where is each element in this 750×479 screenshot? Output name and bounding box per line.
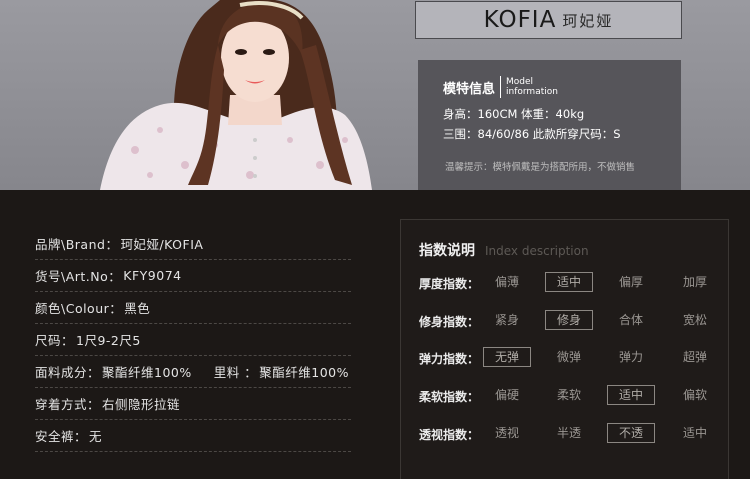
heading-divider [500,76,502,98]
index-option: 偏软 [682,388,707,402]
index-subtitle: Index description [485,244,589,258]
spec-label: 穿着方式： [35,397,101,412]
index-heading: 指数说明 Index description [419,240,589,260]
spec-value: 右侧隐形拉链 [102,397,181,412]
model-height-weight: 身高：160CM 体重：40kg [443,107,585,121]
index-option-selected: 适中 [607,385,655,405]
spec-label: 货号\Art.No： [35,269,122,284]
index-row-elasticity: 弹力指数： 无弹 微弹 弹力 超弹 [419,347,724,369]
model-note: 温馨提示：模特佩戴是为搭配所用，不做销售 [445,162,636,173]
product-spec-list: 品牌\Brand： 珂妃娅/KOFIA 货号\Art.No： KFY9074 颜色\… [35,228,351,452]
model-photo [100,0,372,190]
index-option-selected: 无弹 [483,347,531,367]
index-option: 宽松 [682,313,707,327]
spec-label: 颜色\Colour： [35,301,123,316]
spec-label: 面料成分： [35,365,101,380]
index-option: 适中 [682,426,707,440]
spec-row-size: 尺码： 1尺9-2尺5 [35,324,351,356]
index-row-fit: 修身指数： 紧身 修身 合体 宽松 [419,310,724,332]
index-option: 超弹 [682,350,707,364]
spec-row-brand: 品牌\Brand： 珂妃娅/KOFIA [35,228,351,260]
index-option-selected: 不透 [607,423,655,443]
spec-label: 品牌\Brand： [35,237,119,252]
index-option-selected: 修身 [545,310,593,330]
index-option: 加厚 [682,275,707,289]
spec-value: 无 [89,429,103,444]
spec-row-wearing: 穿着方式： 右侧隐形拉链 [35,388,351,420]
index-option: 微弹 [556,350,581,364]
index-option: 合体 [618,313,643,327]
spec-label-lining: 里料 ： [213,365,258,380]
index-option: 透视 [494,426,519,440]
spec-value: 聚酯纤维100% [102,365,192,380]
index-option: 柔软 [556,388,581,402]
index-label: 修身指数： [419,315,480,329]
spec-value: KFY9074 [123,268,182,283]
index-label: 厚度指数： [419,277,480,291]
spec-value: 1尺9-2尺5 [76,333,141,348]
index-option: 紧身 [494,313,519,327]
spec-label: 安全裤： [35,429,88,444]
index-option: 偏薄 [494,275,519,289]
hero-banner: KOFIA 珂妃娅 模特信息 Model information 身高：160C… [0,0,750,190]
index-row-thickness: 厚度指数： 偏薄 适中 偏厚 加厚 [419,272,724,294]
index-row-softness: 柔软指数： 偏硬 柔软 适中 偏软 [419,385,724,407]
model-info-title-en: Model information [506,77,558,97]
index-row-transparency: 透视指数： 透视 半透 不透 适中 [419,423,724,445]
index-label: 透视指数： [419,428,480,442]
spec-value-lining: 聚酯纤维100% [259,365,349,380]
index-option: 偏硬 [494,388,519,402]
spec-row-art-no: 货号\Art.No： KFY9074 [35,260,351,292]
model-measurements: 三围：84/60/86 此款所穿尺码：S [443,127,621,141]
spec-row-fabric: 面料成分： 聚酯纤维100% 里料 ：聚酯纤维100% [35,356,351,388]
index-label: 弹力指数： [419,352,480,366]
model-info-heading: 模特信息 Model information [443,76,558,98]
spec-row-colour: 颜色\Colour： 黑色 [35,292,351,324]
index-option: 半透 [556,426,581,440]
spec-row-safety-pants: 安全裤：无 [35,420,351,452]
index-option: 弹力 [618,350,643,364]
index-title: 指数说明 [419,243,475,259]
spec-label: 尺码： [35,333,75,348]
logo-text-en: KOFIA [483,7,557,33]
brand-logo: KOFIA 珂妃娅 [415,1,682,39]
spec-value: 珂妃娅/KOFIA [120,237,204,252]
spec-value: 黑色 [124,301,151,316]
model-info-card: 模特信息 Model information 身高：160CM 体重：40kg … [418,60,681,190]
logo-text-cn: 珂妃娅 [562,11,614,30]
index-option-selected: 适中 [545,272,593,292]
model-info-title: 模特信息 [443,81,496,97]
index-description-panel: 指数说明 Index description 厚度指数： 偏薄 适中 偏厚 加厚… [400,219,729,479]
index-option: 偏厚 [618,275,643,289]
index-label: 柔软指数： [419,390,480,404]
